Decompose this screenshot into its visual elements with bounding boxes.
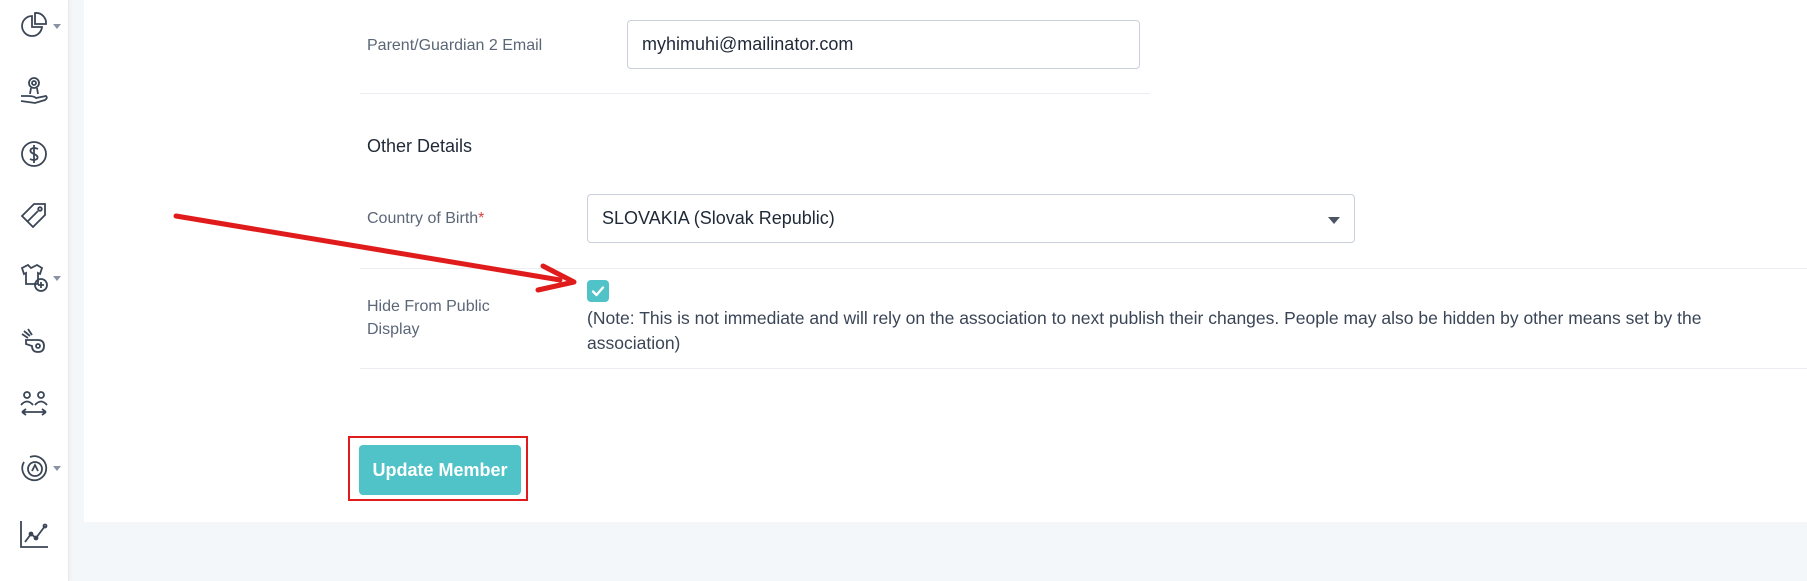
guardian2-email-label: Parent/Guardian 2 Email (367, 37, 543, 54)
form-card (84, 0, 1807, 522)
badge-icon[interactable] (14, 448, 54, 488)
chevron-down-icon[interactable] (53, 276, 61, 281)
country-of-birth-value: SLOVAKIA (Slovak Republic) (602, 208, 835, 228)
required-mark: * (478, 210, 485, 227)
check-icon (591, 286, 605, 297)
tags-icon[interactable] (14, 196, 54, 236)
dollar-icon[interactable] (14, 134, 54, 174)
hide-from-public-checkbox[interactable] (587, 280, 609, 302)
country-of-birth-label: Country of Birth* (367, 210, 485, 227)
hide-from-public-note: (Note: This is not immediate and will re… (587, 308, 1702, 353)
people-transfer-icon[interactable] (14, 384, 54, 424)
hand-medal-icon[interactable] (14, 70, 54, 110)
line-chart-icon[interactable] (14, 514, 54, 554)
divider (360, 268, 1807, 269)
update-member-button[interactable]: Update Member (359, 445, 521, 495)
pie-chart-icon[interactable] (14, 6, 54, 46)
jersey-add-icon[interactable] (14, 258, 54, 298)
section-title-other-details: Other Details (367, 136, 473, 156)
chevron-down-icon[interactable] (53, 466, 61, 471)
country-of-birth-select[interactable]: SLOVAKIA (Slovak Republic) (587, 194, 1355, 243)
divider (360, 93, 1150, 94)
guardian2-email-field[interactable]: myhimuhi@mailinator.com (627, 20, 1140, 69)
whistle-icon[interactable] (14, 322, 54, 362)
chevron-down-icon (1328, 217, 1340, 224)
divider (360, 368, 1807, 369)
hide-from-public-label: Hide From Public Display (367, 298, 490, 338)
sidebar (0, 0, 69, 581)
chevron-down-icon[interactable] (53, 24, 61, 29)
